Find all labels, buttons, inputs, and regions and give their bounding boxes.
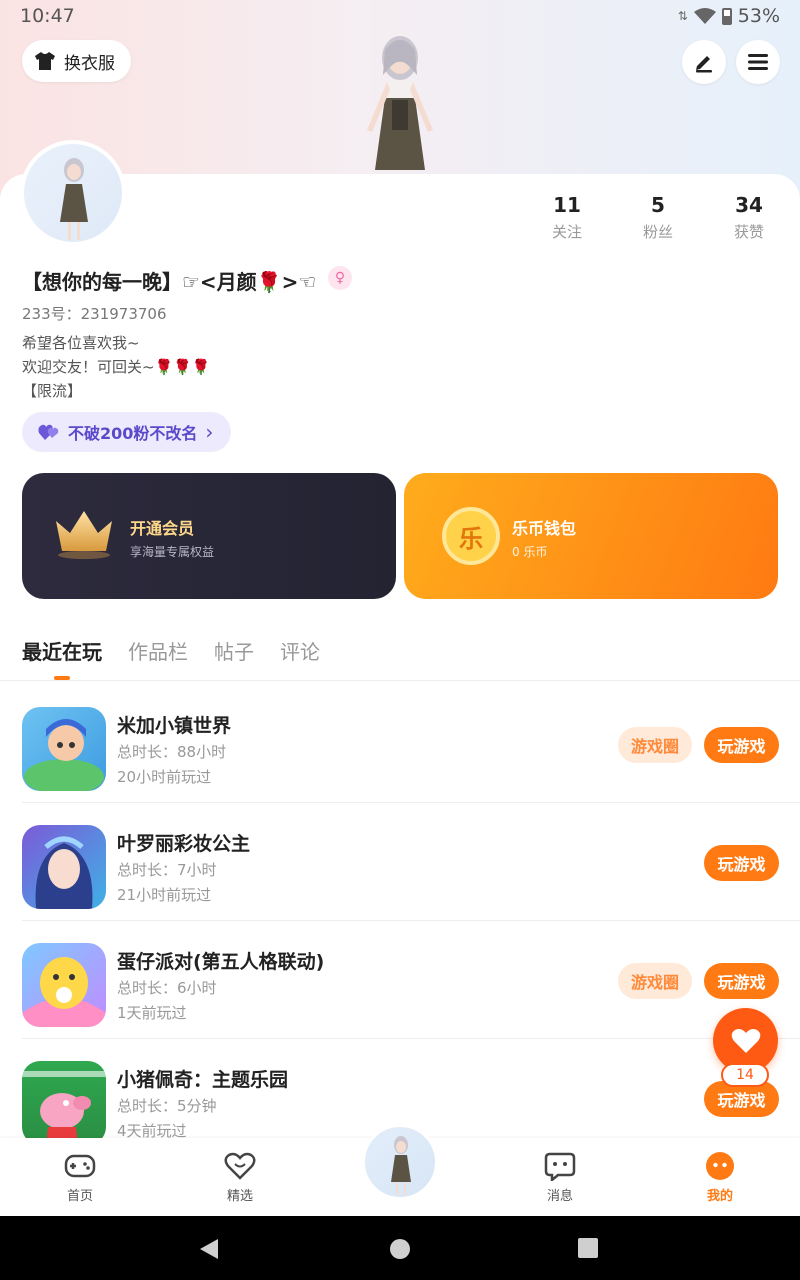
game-last-played: 1天前玩过 bbox=[117, 1004, 187, 1022]
tab-comments[interactable]: 评论 bbox=[280, 636, 320, 680]
double-heart-icon bbox=[38, 424, 59, 440]
stat-following[interactable]: 11 关注 bbox=[527, 193, 607, 242]
bio-line: 希望各位喜欢我~ bbox=[22, 334, 140, 352]
game-icon-yeloli bbox=[22, 825, 106, 909]
game-duration: 总时长：5分钟 bbox=[117, 1097, 217, 1115]
game-row[interactable]: 米加小镇世界 总时长：88小时 20小时前玩过 游戏圈 玩游戏 bbox=[22, 685, 800, 803]
status-bar: 10:47 ⇅ 53% bbox=[0, 0, 800, 32]
game-name: 叶罗丽彩妆公主 bbox=[117, 833, 251, 855]
fan-group-pill[interactable]: 不破200粉不改名 › bbox=[22, 412, 232, 452]
nav-messages-label: 消息 bbox=[546, 1189, 573, 1204]
heart-outline-icon bbox=[224, 1150, 256, 1182]
home-icon[interactable] bbox=[389, 1238, 411, 1260]
game-row[interactable]: 蛋仔派对(第五人格联动) 总时长：6小时 1天前玩过 游戏圈 玩游戏 bbox=[22, 921, 800, 1039]
edit-profile-button[interactable] bbox=[682, 40, 726, 84]
battery-icon bbox=[721, 7, 732, 25]
change-outfit-label: 换衣服 bbox=[64, 53, 115, 74]
avatar-character-icon bbox=[60, 158, 88, 240]
signal-arrows-icon: ⇅ bbox=[677, 9, 688, 23]
play-game-button[interactable]: 玩游戏 bbox=[704, 845, 779, 881]
stat-likes-count: 34 bbox=[735, 193, 763, 217]
pencil-icon bbox=[696, 56, 712, 73]
tabs-divider bbox=[0, 680, 800, 681]
heart-icon bbox=[731, 1028, 760, 1053]
stat-likes-label: 获赞 bbox=[733, 223, 764, 241]
game-circle-button[interactable]: 游戏圈 bbox=[618, 963, 692, 999]
like-count-badge: 14 bbox=[721, 1063, 769, 1087]
coin-icon: 乐 bbox=[442, 507, 500, 565]
tab-works[interactable]: 作品栏 bbox=[128, 636, 188, 680]
stat-followers-label: 粉丝 bbox=[642, 223, 673, 241]
status-time: 10:47 bbox=[20, 5, 75, 27]
wallet-card[interactable]: 乐 乐币钱包 0 乐币 bbox=[404, 473, 778, 599]
profile-uid[interactable]: 233号：231973706 bbox=[22, 303, 167, 324]
vip-card-title: 开通会员 bbox=[130, 519, 195, 538]
tab-posts[interactable]: 帖子 bbox=[214, 636, 254, 680]
wallet-card-balance: 0 乐币 bbox=[512, 545, 548, 559]
gamepad-icon bbox=[64, 1150, 96, 1182]
avatar-character-illustration[interactable] bbox=[345, 30, 455, 175]
profile-tabs: 最近在玩 作品栏 帖子 评论 bbox=[22, 636, 320, 680]
stat-following-count: 11 bbox=[553, 193, 581, 217]
change-outfit-button[interactable]: 换衣服 bbox=[22, 40, 131, 82]
wallet-card-title: 乐币钱包 bbox=[512, 519, 577, 538]
nav-featured-label: 精选 bbox=[226, 1189, 253, 1204]
nav-home-label: 首页 bbox=[66, 1189, 93, 1204]
menu-button[interactable] bbox=[736, 40, 780, 84]
game-icon-miga bbox=[22, 707, 106, 791]
game-icon-eggy-party bbox=[22, 943, 106, 1027]
nav-me[interactable]: 我的 bbox=[680, 1150, 760, 1204]
tshirt-icon bbox=[35, 52, 55, 70]
game-name: 小猪佩奇：主题乐园 bbox=[117, 1069, 289, 1091]
back-icon[interactable] bbox=[198, 1238, 220, 1260]
fan-group-label: 不破200粉不改名 bbox=[68, 424, 198, 443]
nav-messages[interactable]: 消息 bbox=[520, 1150, 600, 1204]
wifi-icon bbox=[693, 8, 716, 24]
recents-icon[interactable] bbox=[578, 1238, 598, 1258]
crown-icon bbox=[56, 511, 112, 559]
game-name: 蛋仔派对(第五人格联动) bbox=[117, 951, 325, 973]
stat-following-label: 关注 bbox=[551, 223, 582, 241]
game-duration: 总时长：7小时 bbox=[117, 861, 217, 879]
profile-avatar[interactable] bbox=[20, 140, 126, 246]
message-icon bbox=[544, 1150, 576, 1182]
nav-featured[interactable]: 精选 bbox=[200, 1150, 280, 1204]
battery-percent: 53% bbox=[737, 5, 780, 27]
system-navigation-bar bbox=[0, 1216, 800, 1280]
game-last-played: 20小时前玩过 bbox=[117, 768, 212, 786]
gender-female-icon: ♀ bbox=[328, 266, 352, 290]
stat-followers-count: 5 bbox=[651, 193, 665, 217]
bio-line: 【限流】 bbox=[22, 382, 83, 400]
game-duration: 总时长：88小时 bbox=[117, 743, 227, 761]
me-face-icon bbox=[704, 1150, 736, 1182]
tab-recent-playing[interactable]: 最近在玩 bbox=[22, 636, 102, 680]
profile-nickname: 【想你的每一晚】☞<月颜🌹>☜ bbox=[22, 270, 317, 294]
profile-bio: 希望各位喜欢我~ 欢迎交友！可回关~🌹🌹🌹 【限流】 bbox=[22, 331, 211, 403]
bio-line: 欢迎交友！可回关~🌹🌹🌹 bbox=[22, 358, 211, 376]
vip-card-subtitle: 享海量专属权益 bbox=[130, 545, 215, 559]
game-circle-button[interactable]: 游戏圈 bbox=[618, 727, 692, 763]
game-icon-peppa-pig bbox=[22, 1061, 106, 1145]
hamburger-menu-icon bbox=[748, 54, 768, 70]
play-game-button[interactable]: 玩游戏 bbox=[704, 727, 779, 763]
chevron-right-icon: › bbox=[205, 420, 214, 444]
nav-home[interactable]: 首页 bbox=[40, 1150, 120, 1204]
coin-char: 乐 bbox=[459, 524, 483, 553]
game-duration: 总时长：6小时 bbox=[117, 979, 217, 997]
game-last-played: 21小时前玩过 bbox=[117, 886, 212, 904]
nav-me-label: 我的 bbox=[706, 1189, 733, 1204]
stat-likes[interactable]: 34 获赞 bbox=[709, 193, 789, 242]
center-avatar-button[interactable] bbox=[362, 1124, 438, 1200]
game-name: 米加小镇世界 bbox=[117, 715, 232, 737]
vip-membership-card[interactable]: 开通会员 享海量专属权益 bbox=[22, 473, 396, 599]
play-game-button[interactable]: 玩游戏 bbox=[704, 963, 779, 999]
avatar-character-icon bbox=[391, 1136, 411, 1195]
game-row[interactable]: 叶罗丽彩妆公主 总时长：7小时 21小时前玩过 玩游戏 bbox=[22, 803, 800, 921]
stat-followers[interactable]: 5 粉丝 bbox=[618, 193, 698, 242]
